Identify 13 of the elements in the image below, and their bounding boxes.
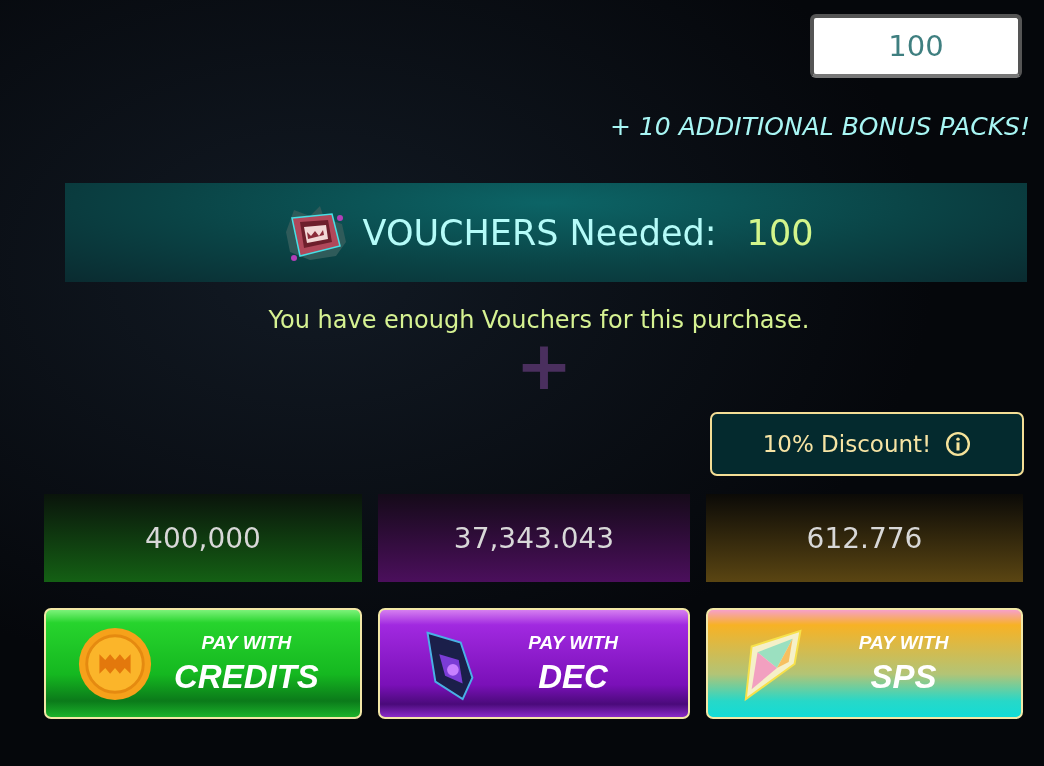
bonus-text: + 10 ADDITIONAL BONUS PACKS! [610,112,1030,141]
price-value: 612.776 [806,521,923,555]
discount-label: 10% Discount! [762,431,932,457]
price-value: 400,000 [145,521,261,555]
info-icon[interactable] [945,431,972,457]
pay-button[interactable]: PAY WITH DEC [378,608,690,719]
price-value: 37,343.043 [453,521,615,555]
vouchers-label: VOUCHERS Needed: [362,212,717,253]
status-message: You have enough Vouchers for this purchase. [268,306,810,334]
vouchers-amount: 100 [746,212,814,253]
pay-button[interactable]: PAY WITH CREDITS [44,608,362,719]
plus-sign: + [515,340,573,392]
quantity-field[interactable]: 100 [810,14,1022,78]
